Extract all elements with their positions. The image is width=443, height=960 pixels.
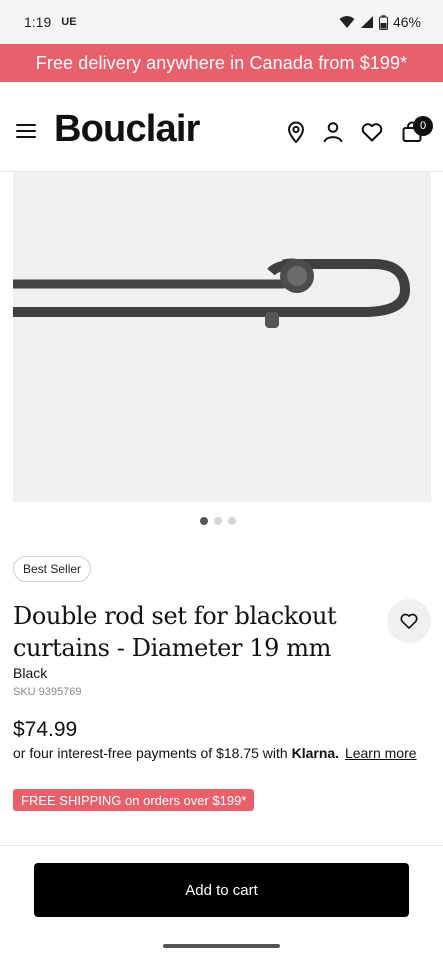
wifi-icon	[339, 16, 355, 28]
image-carousel-dots	[200, 517, 236, 525]
site-header: Bouclair	[0, 82, 443, 172]
product-price: $74.99	[13, 718, 78, 741]
product-image[interactable]	[13, 172, 431, 502]
best-seller-badge: Best Seller	[13, 556, 92, 582]
account-icon[interactable]	[321, 120, 345, 144]
add-to-cart-button[interactable]: Add to cart	[34, 863, 409, 917]
klarna-installments: or four interest-free payments of $18.75…	[13, 745, 417, 761]
status-bar: 1:19 UE 46%	[0, 0, 443, 44]
product-title: Double rod set for blackout curtains - D…	[13, 602, 337, 662]
promo-text: Free delivery anywhere in Canada from $1…	[35, 52, 408, 73]
status-left: 1:19 UE	[24, 14, 77, 30]
curtain-rod-image	[13, 258, 410, 328]
product-sku: SKU 9395769	[13, 686, 82, 698]
gesture-nav-handle[interactable]	[163, 944, 280, 948]
product-color: Black	[13, 665, 48, 681]
status-carrier: UE	[61, 16, 77, 28]
promo-banner[interactable]: Free delivery anywhere in Canada from $1…	[0, 44, 443, 82]
klarna-learn-more-link[interactable]: Learn more	[345, 745, 417, 761]
heart-icon	[400, 613, 418, 629]
divider	[0, 845, 443, 846]
battery-level: 46%	[392, 14, 421, 30]
carousel-dot-2[interactable]	[214, 517, 222, 525]
menu-icon[interactable]	[16, 124, 36, 138]
klarna-prefix: or four interest-free payments of $18.75…	[13, 745, 288, 761]
heart-icon[interactable]	[360, 120, 384, 144]
brand-logo[interactable]: Bouclair	[54, 108, 200, 151]
wishlist-button[interactable]	[387, 599, 431, 643]
klarna-brand: Klarna.	[291, 745, 340, 761]
free-shipping-badge: FREE SHIPPING on orders over $199*	[13, 789, 255, 811]
battery-icon	[378, 14, 388, 30]
location-pin-icon[interactable]	[284, 120, 308, 144]
signal-icon	[360, 16, 373, 28]
carousel-dot-3[interactable]	[228, 517, 236, 525]
carousel-dot-1[interactable]	[200, 517, 208, 525]
cart-count-badge[interactable]: 0	[413, 116, 433, 136]
status-time: 1:19	[24, 14, 52, 30]
status-right: 46%	[339, 14, 421, 30]
